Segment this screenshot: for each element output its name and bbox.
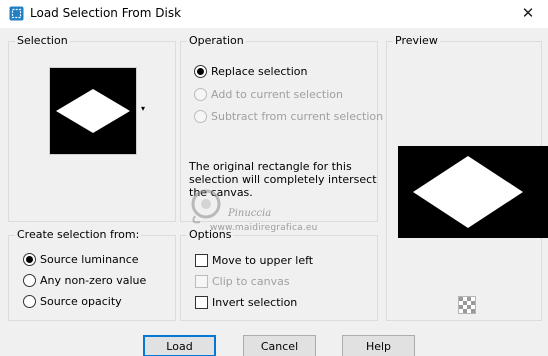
add-to-selection-label: Add to current selection	[211, 88, 343, 101]
checkerboard-icon	[459, 297, 475, 313]
move-to-upper-left-label: Move to upper left	[212, 254, 314, 267]
replace-selection-radio[interactable]: Replace selection	[194, 65, 307, 78]
options-group: Options Move to upper left Clip to canva…	[180, 228, 378, 321]
selection-thumbnail[interactable]	[49, 67, 137, 155]
source-luminance-label: Source luminance	[40, 253, 139, 266]
selection-group: Selection ▾	[8, 34, 176, 222]
preview-background-button[interactable]	[458, 296, 476, 314]
source-opacity-radio[interactable]: Source opacity	[23, 295, 122, 308]
subtract-selection-radio[interactable]: Subtract from current selection	[194, 110, 383, 123]
help-button[interactable]: Help	[342, 335, 415, 356]
preview-image-graphic	[398, 146, 548, 238]
chevron-down-icon[interactable]: ▾	[141, 104, 145, 113]
operation-group: Operation Replace selection Add to curre…	[180, 34, 383, 222]
clip-to-canvas-label: Clip to canvas	[212, 275, 290, 288]
move-to-upper-left-checkbox[interactable]: Move to upper left	[195, 254, 313, 267]
selection-thumbnail-image	[50, 68, 136, 154]
add-to-selection-radio[interactable]: Add to current selection	[194, 88, 343, 101]
preview-group-label: Preview	[393, 34, 440, 47]
selection-group-label: Selection	[15, 34, 70, 47]
replace-selection-label: Replace selection	[211, 65, 308, 78]
clip-to-canvas-checkbox[interactable]: Clip to canvas	[195, 275, 290, 288]
invert-selection-checkbox[interactable]: Invert selection	[195, 296, 297, 309]
checkbox-icon	[195, 254, 208, 267]
preview-image	[398, 146, 548, 238]
load-button[interactable]: Load	[143, 335, 216, 356]
close-icon: ✕	[521, 4, 535, 22]
window-title: Load Selection From Disk	[30, 6, 182, 20]
any-non-zero-label: Any non-zero value	[40, 274, 147, 287]
checkbox-icon	[195, 275, 208, 288]
preview-group: Preview	[386, 34, 548, 321]
radio-icon	[194, 88, 207, 101]
checkbox-icon	[195, 296, 208, 309]
subtract-selection-label: Subtract from current selection	[211, 110, 384, 123]
create-from-group: Create selection from: Source luminance …	[8, 228, 176, 321]
radio-icon	[23, 253, 36, 266]
radio-icon	[194, 110, 207, 123]
cancel-button[interactable]: Cancel	[243, 335, 316, 356]
any-non-zero-radio[interactable]: Any non-zero value	[23, 274, 146, 287]
app-icon	[9, 6, 24, 21]
options-group-label: Options	[187, 228, 234, 241]
load-selection-dialog: Load Selection From Disk ✕ Selection ▾ O…	[0, 0, 548, 356]
radio-icon	[23, 295, 36, 308]
close-button[interactable]: ✕	[513, 2, 543, 24]
title-bar: Load Selection From Disk ✕	[0, 0, 548, 28]
source-opacity-label: Source opacity	[40, 295, 122, 308]
radio-icon	[194, 65, 207, 78]
invert-selection-label: Invert selection	[212, 296, 298, 309]
radio-icon	[23, 274, 36, 287]
create-from-group-label: Create selection from:	[15, 228, 142, 241]
source-luminance-radio[interactable]: Source luminance	[23, 253, 139, 266]
operation-group-label: Operation	[187, 34, 246, 47]
operation-info-text: The original rectangle for this selectio…	[189, 160, 377, 199]
